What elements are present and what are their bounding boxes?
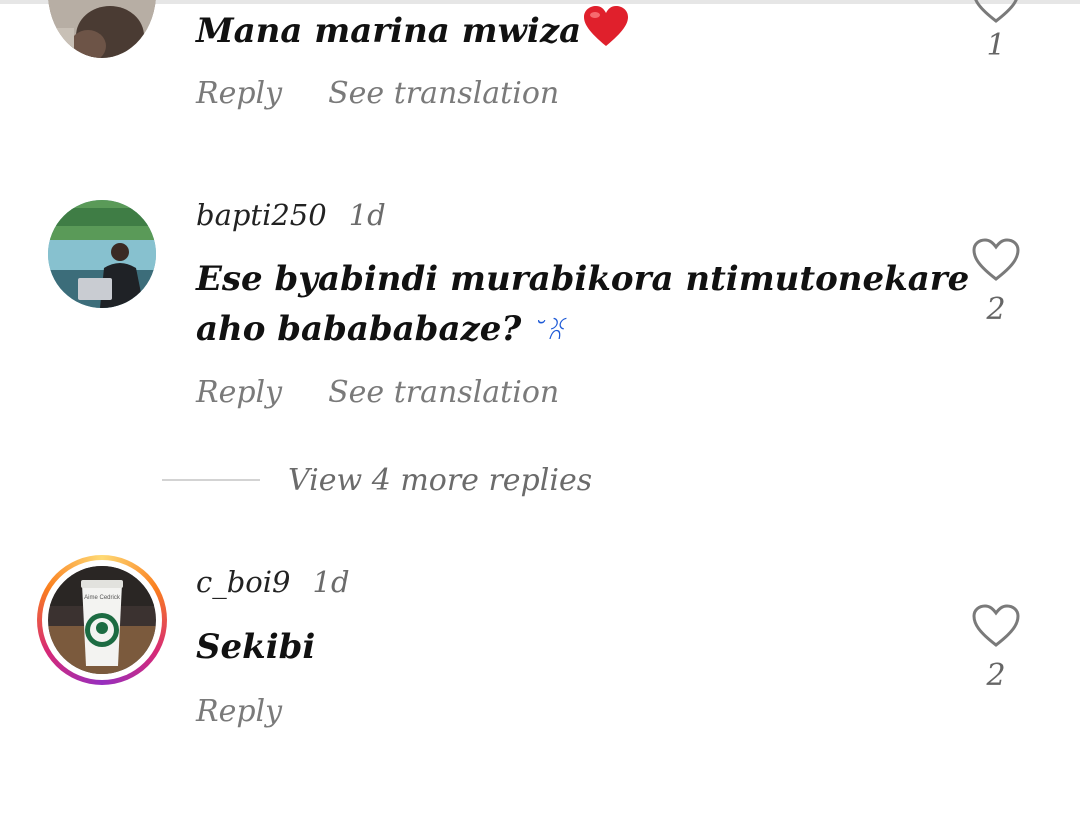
- avatar-photo: [48, 0, 156, 58]
- comment-timestamp: 1d: [312, 565, 350, 599]
- avatar[interactable]: [48, 0, 156, 58]
- tear-emoji-icon: ˘ꐦ: [533, 317, 564, 345]
- comment-item: bapti250 1d Ese byabindi murabikora ntimu…: [0, 180, 1080, 440]
- like-count: 2: [986, 658, 1006, 693]
- heart-emoji-icon: [583, 6, 629, 62]
- reply-button[interactable]: Reply: [196, 375, 282, 410]
- see-translation-button[interactable]: See translation: [328, 76, 559, 111]
- comment-item: Aime Cedrick c_boi9 1d Sekibi Reply 2: [0, 540, 1080, 740]
- avatar-photo: Aime Cedrick: [48, 566, 156, 674]
- avatar: Aime Cedrick: [48, 566, 156, 674]
- heart-outline-icon[interactable]: [971, 604, 1021, 648]
- see-translation-button[interactable]: See translation: [328, 375, 559, 410]
- view-more-replies-button[interactable]: View 4 more replies: [162, 455, 592, 505]
- reply-button[interactable]: Reply: [196, 694, 282, 729]
- comment-username[interactable]: bapti250 1d: [196, 198, 386, 232]
- comment-actions: Reply See translation: [196, 76, 559, 111]
- reply-button[interactable]: Reply: [196, 76, 282, 111]
- story-ring[interactable]: Aime Cedrick: [37, 555, 167, 685]
- comment-actions: Reply See translation: [196, 375, 559, 410]
- heart-outline-icon[interactable]: [971, 238, 1021, 282]
- avatar-photo: [48, 200, 156, 308]
- like-count: 2: [986, 292, 1006, 327]
- thread-divider: [162, 479, 260, 481]
- comment-actions: Reply: [196, 694, 282, 729]
- like-control: 2: [968, 604, 1024, 693]
- comment-text: Sekibi: [196, 627, 316, 667]
- like-control: 2: [968, 238, 1024, 327]
- cup-caption: Aime Cedrick: [84, 595, 121, 601]
- avatar[interactable]: [48, 200, 156, 308]
- heart-outline-icon[interactable]: [971, 0, 1021, 24]
- comment-username[interactable]: c_boi9 1d: [196, 565, 350, 599]
- view-more-replies-label[interactable]: View 4 more replies: [288, 463, 592, 498]
- like-control: 1: [968, 0, 1024, 63]
- comment-item: Mana marina mwiza Reply See translation 1: [0, 0, 1080, 130]
- comment-text: Mana marina mwiza: [196, 6, 629, 62]
- comment-text: Ese byabindi murabikora ntimutonekare ah…: [196, 254, 969, 356]
- comment-timestamp: 1d: [348, 198, 386, 232]
- like-count: 1: [986, 28, 1006, 63]
